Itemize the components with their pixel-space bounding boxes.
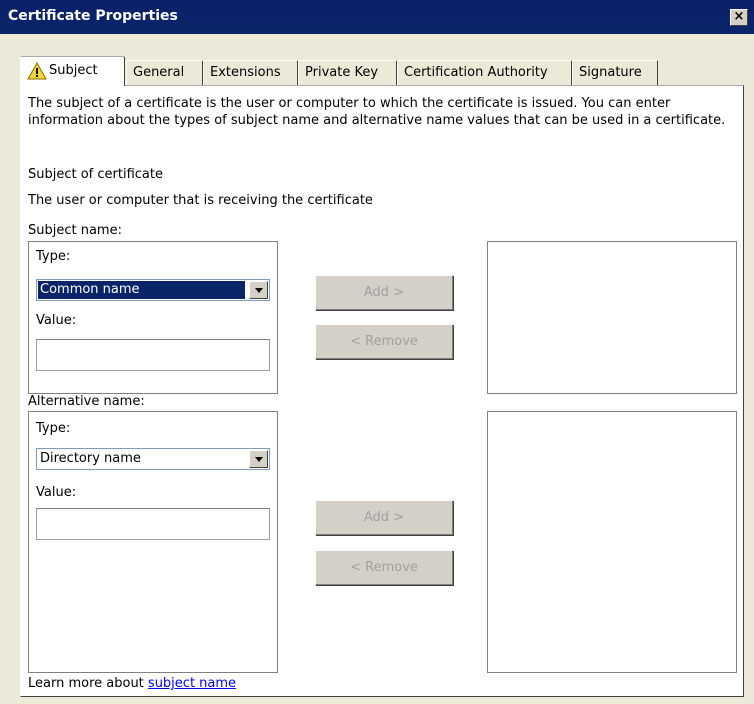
subject-values-list[interactable] [487, 241, 737, 394]
subject-name-heading: Subject name: [28, 223, 122, 238]
tab-certification-authority[interactable]: Certification Authority [397, 60, 572, 85]
subject-type-label: Type: [36, 249, 71, 264]
tab-signature[interactable]: Signature [572, 60, 658, 85]
subject-add-button[interactable]: Add > [315, 275, 453, 310]
alternative-value-label: Value: [36, 485, 77, 500]
tab-private-key[interactable]: Private Key [298, 60, 397, 85]
certificate-properties-dialog: Certificate Properties × Subject General… [0, 0, 754, 704]
close-button[interactable]: × [730, 9, 748, 26]
tab-label: General [133, 65, 185, 80]
tab-subject[interactable]: Subject [20, 56, 125, 86]
warning-icon [27, 61, 47, 91]
tab-label: Certification Authority [404, 65, 548, 80]
subject-type-value: Common name [38, 281, 245, 299]
tab-extensions[interactable]: Extensions [203, 60, 298, 85]
subject-name-link[interactable]: subject name [148, 676, 236, 691]
subject-explanation-text: The user or computer that is receiving t… [28, 193, 373, 208]
chevron-down-icon[interactable] [249, 281, 268, 299]
subject-value-input[interactable] [36, 339, 270, 371]
title-bar[interactable]: Certificate Properties × [0, 0, 754, 34]
alternative-remove-button[interactable]: < Remove [315, 550, 453, 585]
description-text: The subject of a certificate is the user… [28, 96, 726, 128]
alternative-value-input[interactable] [36, 508, 270, 540]
subject-name-group: Type: Common name Value: [28, 241, 278, 394]
tab-label: Extensions [210, 65, 281, 80]
close-icon: × [733, 9, 745, 24]
subject-type-dropdown[interactable]: Common name [36, 279, 270, 301]
chevron-down-icon[interactable] [249, 450, 268, 468]
tab-label: Private Key [305, 65, 379, 80]
alternative-add-button[interactable]: Add > [315, 500, 453, 535]
subject-tab-panel: The subject of a certificate is the user… [20, 85, 744, 697]
learn-more-prefix: Learn more about [28, 676, 148, 691]
subject-value-label: Value: [36, 313, 77, 328]
tab-label: Subject [49, 63, 98, 78]
tab-general[interactable]: General [126, 60, 203, 85]
tab-label: Signature [579, 65, 642, 80]
alternative-type-label: Type: [36, 421, 71, 436]
learn-more-text: Learn more about subject name [28, 676, 236, 691]
alternative-type-value: Directory name [40, 451, 141, 466]
subject-remove-button[interactable]: < Remove [315, 324, 453, 359]
alternative-name-heading: Alternative name: [28, 394, 145, 409]
alternative-values-list[interactable] [487, 411, 737, 673]
alternative-name-group: Type: Directory name Value: [28, 411, 278, 673]
subject-of-certificate-label: Subject of certificate [28, 167, 163, 182]
window-title: Certificate Properties [8, 8, 178, 24]
alternative-type-dropdown[interactable]: Directory name [36, 448, 270, 470]
